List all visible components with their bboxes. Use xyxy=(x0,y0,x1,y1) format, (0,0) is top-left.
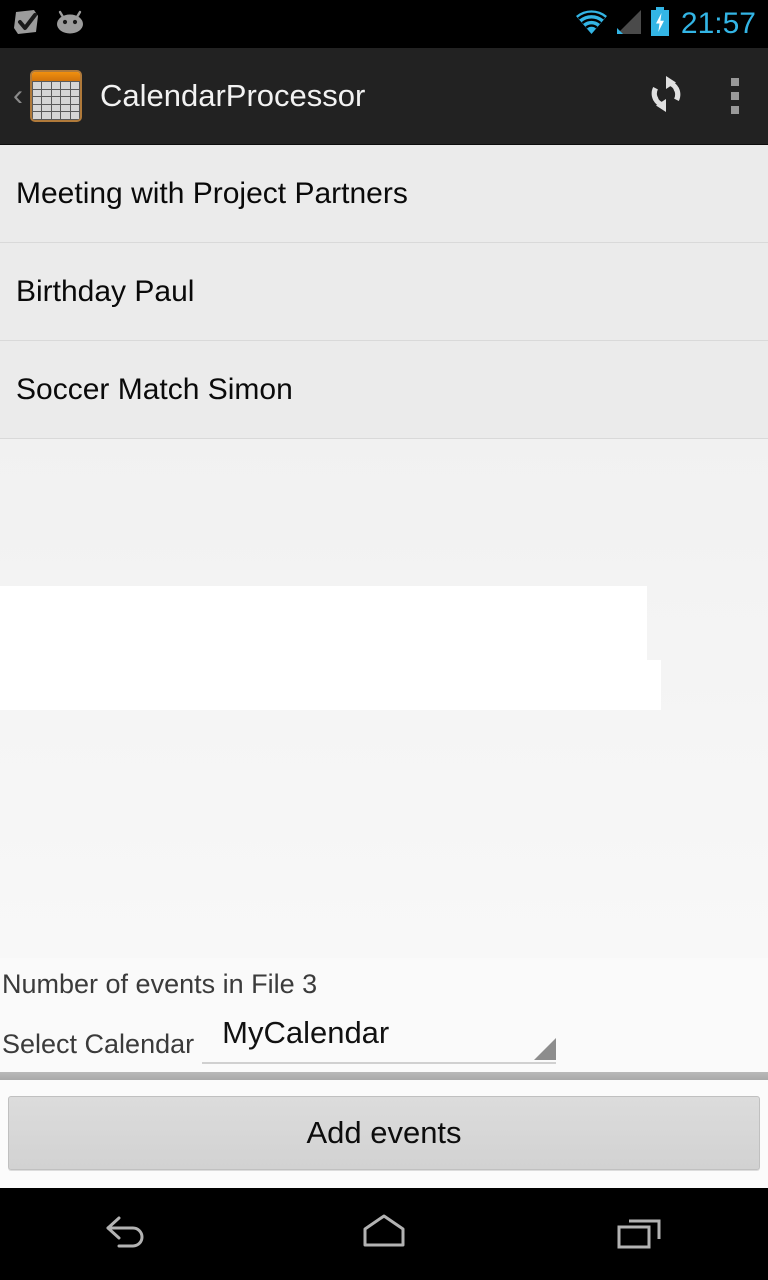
calendar-app-icon[interactable] xyxy=(30,70,82,122)
blank-panel-upper xyxy=(0,586,647,660)
event-count-label: Number of events in File 3 xyxy=(2,968,318,999)
calendar-spinner[interactable]: MyCalendar xyxy=(202,1010,557,1064)
list-item-label: Meeting with Project Partners xyxy=(16,176,408,210)
event-count-row: Number of events in File 3 xyxy=(0,958,768,1010)
android-head-icon xyxy=(54,9,86,40)
status-bar-clock: 21:57 xyxy=(680,7,756,40)
nav-back-button[interactable] xyxy=(0,1188,256,1280)
blank-panel-lower xyxy=(0,660,661,710)
calendar-spinner-value: MyCalendar xyxy=(222,1015,390,1050)
status-bar: 21:57 xyxy=(0,0,768,48)
footer-button-area: Add events xyxy=(0,1080,768,1188)
refresh-icon xyxy=(644,72,688,121)
list-item-label: Birthday Paul xyxy=(16,274,195,308)
navigation-bar xyxy=(0,1188,768,1280)
overflow-menu-icon xyxy=(731,78,739,114)
list-item[interactable]: Meeting with Project Partners xyxy=(0,145,768,243)
nav-home-button[interactable] xyxy=(256,1188,512,1280)
home-icon xyxy=(353,1209,415,1260)
overflow-menu-button[interactable] xyxy=(702,48,768,144)
refresh-button[interactable] xyxy=(630,48,702,144)
action-bar: ‹ CalendarProcessor xyxy=(0,48,768,145)
android-screen: 21:57 ‹ CalendarProcessor Meeting with P… xyxy=(0,0,768,1280)
chevron-down-icon xyxy=(534,1038,557,1060)
section-divider xyxy=(0,1072,768,1080)
cell-signal-icon xyxy=(615,8,643,41)
status-bar-notifications xyxy=(12,7,86,42)
list-item[interactable]: Soccer Match Simon xyxy=(0,341,768,439)
back-icon xyxy=(97,1209,159,1260)
status-bar-system-icons: 21:57 xyxy=(575,6,756,42)
up-navigation-icon[interactable]: ‹ xyxy=(8,81,28,111)
action-bar-actions xyxy=(630,48,768,144)
nav-recents-button[interactable] xyxy=(512,1188,768,1280)
content-spacer xyxy=(0,439,768,958)
add-events-button[interactable]: Add events xyxy=(8,1096,760,1170)
recents-icon xyxy=(609,1209,671,1260)
battery-charging-icon xyxy=(650,6,670,42)
list-item[interactable]: Birthday Paul xyxy=(0,243,768,341)
page-title: CalendarProcessor xyxy=(100,78,366,113)
event-list: Meeting with Project Partners Birthday P… xyxy=(0,145,768,439)
checkmark-badge-icon xyxy=(12,7,42,42)
wifi-icon xyxy=(575,8,608,41)
calendar-select-row: Select Calendar MyCalendar xyxy=(0,1010,768,1072)
list-item-label: Soccer Match Simon xyxy=(16,372,293,406)
calendar-select-label: Select Calendar xyxy=(2,1029,195,1059)
form-area: Number of events in File 3 Select Calend… xyxy=(0,958,768,1072)
